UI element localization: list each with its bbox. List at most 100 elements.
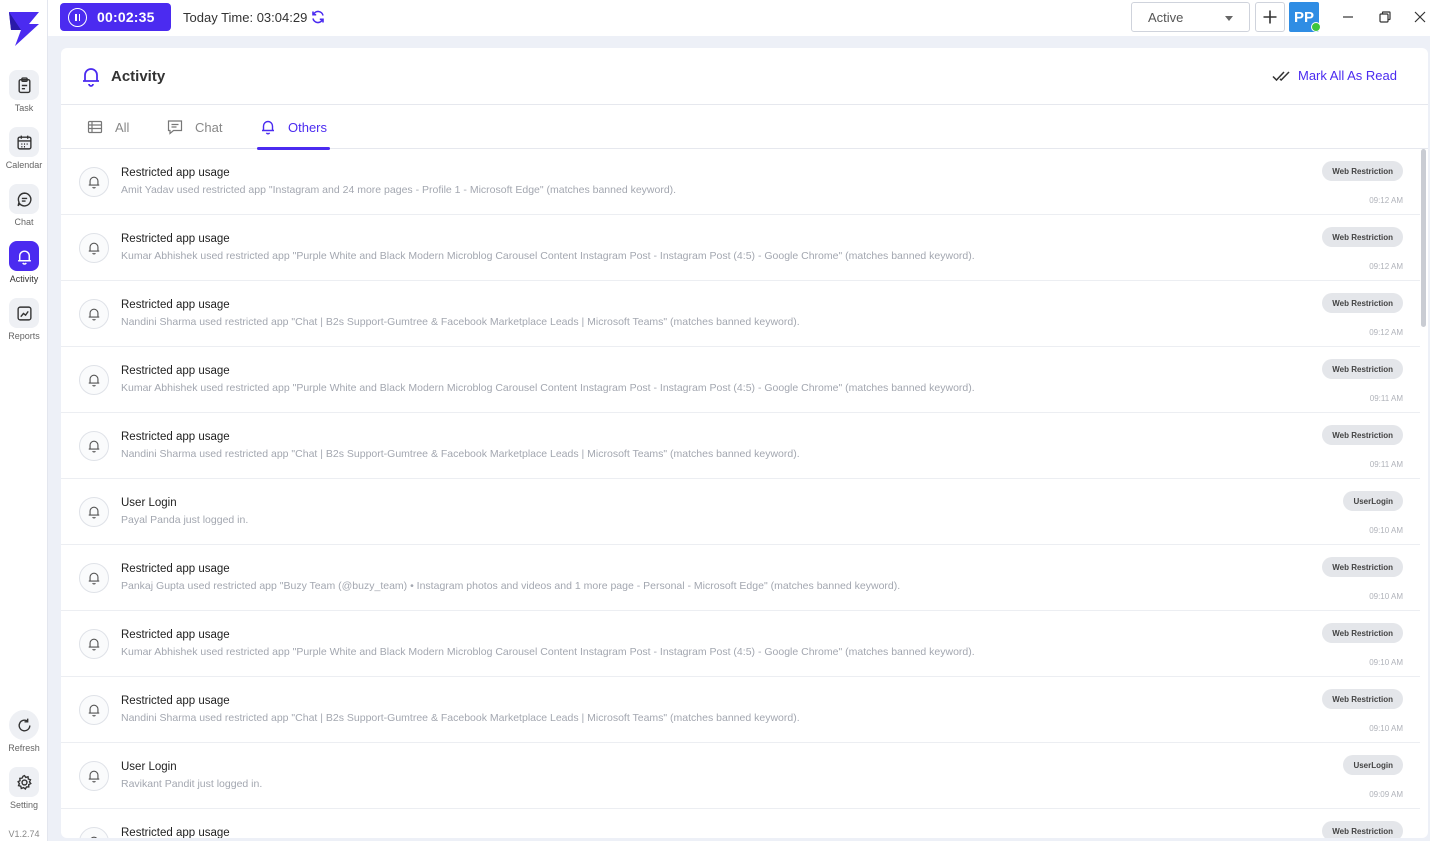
notification-title: User Login [121, 761, 177, 773]
notification-description: Ravikant Pandit just logged in. [121, 778, 263, 790]
notification-row[interactable]: Restricted app usage Kumar Abhishek used… [61, 611, 1420, 677]
notification-bell-icon [79, 497, 109, 527]
notification-row[interactable]: Restricted app usage Nandini Sharma used… [61, 413, 1420, 479]
restore-button[interactable] [1376, 8, 1394, 26]
bell-icon [262, 120, 274, 135]
clipboard-icon [9, 70, 39, 100]
bell-icon [9, 241, 39, 271]
app-logo-icon[interactable] [7, 10, 41, 48]
notification-list: Restricted app usage Amit Yadav used res… [61, 149, 1420, 838]
sidebar-item-label: Activity [9, 274, 39, 284]
restore-icon [1379, 11, 1391, 23]
notification-description: Kumar Abhishek used restricted app "Purp… [121, 382, 975, 394]
notification-row[interactable]: User Login Ravikant Pandit just logged i… [61, 743, 1420, 809]
notification-row[interactable]: Restricted app usage Kumar Abhishek used… [61, 347, 1420, 413]
message-icon [167, 120, 183, 135]
refresh-label: Refresh [8, 743, 40, 753]
setting-button[interactable]: Setting [0, 767, 48, 819]
notification-bell-icon [79, 233, 109, 263]
notification-badge: Web Restriction [1322, 821, 1403, 838]
close-icon [1414, 11, 1426, 23]
caret-down-icon [1225, 16, 1233, 21]
tab-label: Others [288, 119, 328, 135]
notification-description: Pankaj Gupta used restricted app "Buzy T… [121, 580, 901, 592]
notification-badge: Web Restriction [1322, 689, 1403, 709]
notification-time: 09:11 AM [1369, 394, 1403, 403]
notification-description: Kumar Abhishek used restricted app "Purp… [121, 646, 975, 658]
notification-description: Kumar Abhishek used restricted app "Purp… [121, 250, 975, 262]
sidebar-item-task[interactable]: Task [0, 70, 48, 122]
notification-title: Restricted app usage [121, 629, 230, 641]
table-icon [87, 120, 103, 134]
minimize-button[interactable] [1339, 8, 1357, 26]
notification-badge: Web Restriction [1322, 161, 1403, 181]
notification-row[interactable]: User Login Payal Panda just logged in. U… [61, 479, 1420, 545]
notification-description: Amit Yadav used restricted app "Instagra… [121, 184, 677, 196]
notification-description: Payal Panda just logged in. [121, 514, 249, 526]
notification-badge: Web Restriction [1322, 293, 1403, 313]
tab-others[interactable]: Others [257, 105, 331, 150]
notification-row[interactable]: Restricted app usage Amit Yadav used res… [61, 149, 1420, 215]
notification-title: Restricted app usage [121, 365, 230, 377]
sidebar: Task Calendar Chat Activity Reports Refr… [0, 0, 48, 841]
tab-label: All [115, 119, 130, 135]
notification-row[interactable]: Restricted app usage Web Restriction [61, 809, 1420, 838]
status-value: Active [1148, 10, 1184, 25]
scrollbar-thumb[interactable] [1421, 149, 1426, 327]
bell-icon [83, 68, 99, 87]
chat-bubble-icon [9, 184, 39, 214]
notification-row[interactable]: Restricted app usage Nandini Sharma used… [61, 281, 1420, 347]
today-time: Today Time: 03:04:29 [183, 10, 308, 25]
close-button[interactable] [1411, 8, 1429, 26]
notification-description: Nandini Sharma used restricted app "Chat… [121, 316, 800, 328]
sidebar-item-chat[interactable]: Chat [0, 184, 48, 236]
sidebar-item-calendar[interactable]: Calendar [0, 127, 48, 179]
notification-bell-icon [79, 695, 109, 725]
notification-title: Restricted app usage [121, 167, 230, 179]
chart-icon [9, 298, 39, 328]
sidebar-item-label: Chat [14, 217, 34, 227]
tab-all[interactable]: All [87, 105, 129, 149]
tab-label: Chat [195, 119, 223, 135]
notification-title: Restricted app usage [121, 827, 230, 838]
notification-bell-icon [79, 431, 109, 461]
add-button[interactable] [1255, 2, 1285, 32]
online-status-dot [1311, 22, 1321, 32]
notification-row[interactable]: Restricted app usage Kumar Abhishek used… [61, 215, 1420, 281]
sidebar-item-activity[interactable]: Activity [0, 241, 48, 293]
notification-time: 09:11 AM [1369, 460, 1403, 469]
notification-time: 09:10 AM [1369, 658, 1403, 667]
plus-icon [1263, 10, 1277, 24]
notification-row[interactable]: Restricted app usage Pankaj Gupta used r… [61, 545, 1420, 611]
notification-title: User Login [121, 497, 177, 509]
user-avatar[interactable]: PP [1289, 2, 1321, 32]
refresh-button[interactable]: Refresh [0, 710, 48, 762]
notification-time: 09:12 AM [1369, 262, 1403, 271]
notification-time: 09:12 AM [1369, 328, 1403, 337]
avatar-initials: PP [1293, 8, 1314, 26]
sidebar-item-label: Reports [8, 331, 40, 341]
notification-row[interactable]: Restricted app usage Nandini Sharma used… [61, 677, 1420, 743]
notification-badge: Web Restriction [1322, 557, 1403, 577]
pause-icon [68, 7, 87, 27]
notification-title: Restricted app usage [121, 299, 230, 311]
page-title: Activity [111, 68, 166, 85]
minimize-icon [1343, 16, 1353, 18]
notification-badge: Web Restriction [1322, 623, 1403, 643]
notification-time: 09:10 AM [1369, 526, 1403, 535]
mark-all-read-button[interactable]: Mark All As Read [1272, 68, 1397, 83]
notification-bell-icon [79, 629, 109, 659]
notification-bell-icon [79, 563, 109, 593]
notification-badge: Web Restriction [1322, 359, 1403, 379]
timer-pause-button[interactable]: 00:02:35 [60, 3, 171, 31]
status-dropdown[interactable]: Active [1131, 2, 1250, 32]
tab-chat[interactable]: Chat [167, 105, 222, 149]
notification-title: Restricted app usage [121, 233, 230, 245]
sync-icon[interactable] [310, 9, 326, 25]
sidebar-item-label: Calendar [5, 160, 43, 170]
setting-label: Setting [9, 800, 39, 810]
notification-time: 09:10 AM [1369, 724, 1403, 733]
notification-bell-icon [79, 827, 109, 838]
notification-badge: UserLogin [1343, 755, 1403, 775]
sidebar-item-reports[interactable]: Reports [0, 298, 48, 350]
